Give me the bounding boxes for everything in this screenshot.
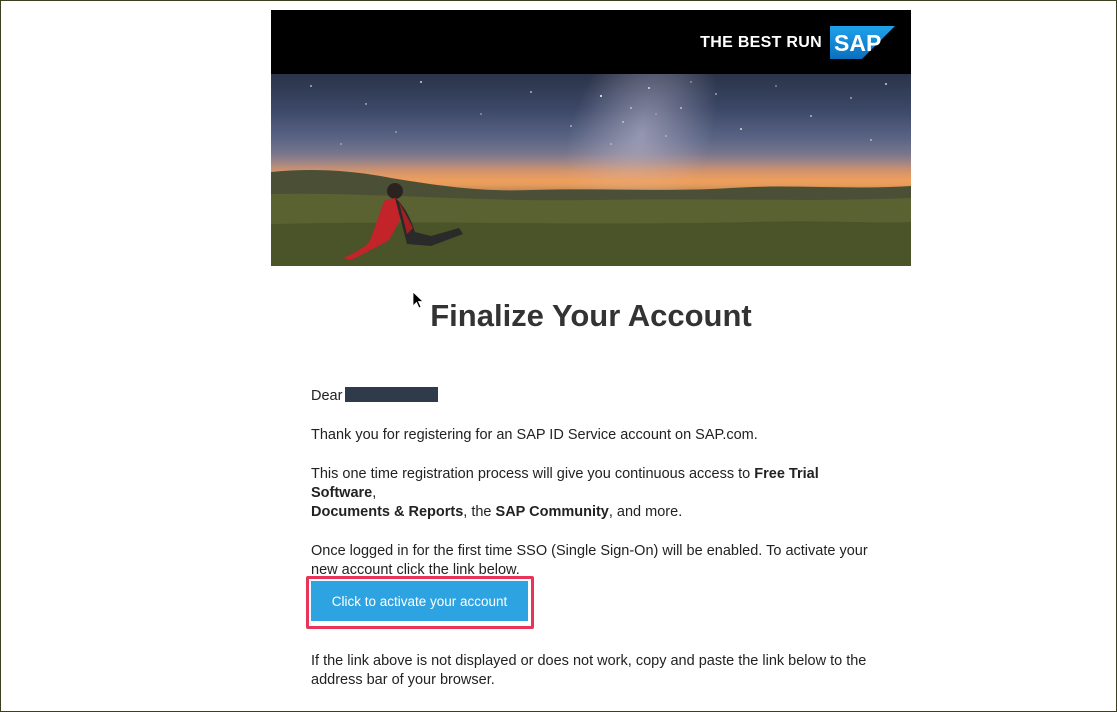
fallback-paragraph: If the link above is not displayed or do… — [311, 653, 867, 688]
access-prefix: This one time registration process will … — [311, 466, 755, 482]
access-sep-1: , — [372, 485, 377, 501]
redacted-name — [345, 387, 439, 402]
access-paragraph: This one time registration process will … — [311, 465, 871, 522]
page-title: Finalize Your Account — [430, 298, 752, 333]
person-sitting-image — [343, 183, 463, 260]
sap-logo: SAP — [830, 26, 895, 59]
greeting: Dear — [311, 387, 871, 406]
access-suffix: , and more. — [608, 504, 683, 520]
header-tagline: THE BEST RUN — [700, 34, 822, 51]
sso-paragraph: Once logged in for the first time SSO (S… — [311, 543, 868, 578]
email-body: Dear Thank you for registering for an SA… — [311, 387, 871, 600]
thanks-paragraph: Thank you for registering for an SAP ID … — [311, 427, 758, 443]
access-sep-2: , the — [463, 504, 496, 520]
activate-account-button[interactable]: Click to activate your account — [311, 581, 528, 621]
sap-logo-text: SAP — [834, 30, 881, 56]
email-content: THE BEST RUN SAP — [271, 10, 911, 266]
greeting-label: Dear — [311, 388, 343, 404]
documents-reports-text: Documents & Reports — [311, 504, 464, 520]
email-header: THE BEST RUN SAP — [271, 10, 911, 74]
sap-community-text: SAP Community — [495, 504, 609, 520]
hero-banner-image — [271, 74, 911, 266]
